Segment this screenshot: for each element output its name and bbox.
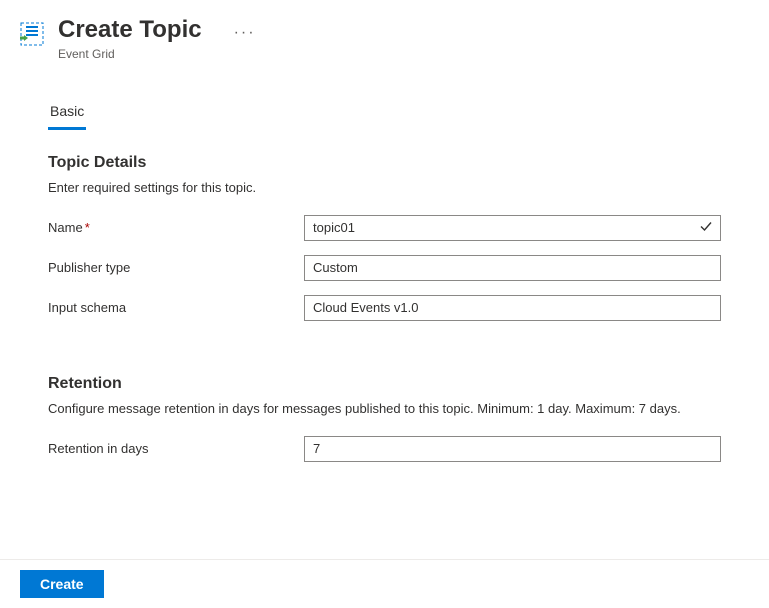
input-schema-input[interactable] bbox=[304, 295, 721, 321]
retention-heading: Retention bbox=[48, 375, 721, 393]
name-label: Name* bbox=[48, 220, 304, 235]
topic-resource-icon bbox=[20, 22, 44, 46]
name-input[interactable] bbox=[304, 215, 721, 241]
publisher-type-row: Publisher type bbox=[48, 255, 721, 281]
retention-days-label: Retention in days bbox=[48, 441, 304, 456]
page-subtitle: Event Grid bbox=[58, 47, 256, 61]
footer-bar: Create bbox=[0, 559, 769, 608]
page-header: Create Topic ··· Event Grid bbox=[0, 0, 769, 61]
input-schema-label: Input schema bbox=[48, 300, 304, 315]
required-indicator: * bbox=[85, 220, 90, 235]
more-actions-icon[interactable]: ··· bbox=[234, 25, 256, 41]
tab-basic[interactable]: Basic bbox=[48, 97, 86, 130]
publisher-type-input[interactable] bbox=[304, 255, 721, 281]
content-area: Basic Topic Details Enter required setti… bbox=[0, 97, 769, 462]
retention-description: Configure message retention in days for … bbox=[48, 401, 721, 416]
topic-details-description: Enter required settings for this topic. bbox=[48, 180, 721, 195]
retention-days-input[interactable] bbox=[304, 436, 721, 462]
input-schema-row: Input schema bbox=[48, 295, 721, 321]
topic-details-heading: Topic Details bbox=[48, 154, 721, 172]
create-button[interactable]: Create bbox=[20, 570, 104, 598]
tabs: Basic bbox=[48, 97, 721, 130]
name-label-text: Name bbox=[48, 220, 83, 235]
page-title: Create Topic bbox=[58, 16, 202, 45]
name-row: Name* bbox=[48, 215, 721, 241]
retention-days-row: Retention in days bbox=[48, 436, 721, 462]
publisher-type-label: Publisher type bbox=[48, 260, 304, 275]
